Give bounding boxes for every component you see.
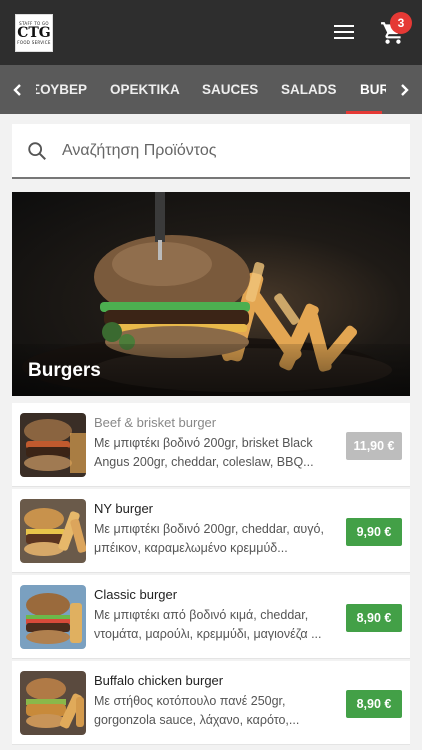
top-app-bar: STAFF TO GO CTG FOOD SERVICE 3: [0, 0, 422, 65]
product-price[interactable]: 11,90 €: [346, 432, 402, 460]
category-banner: Burgers: [12, 192, 410, 396]
product-thumbnail: [20, 413, 86, 477]
tab-souver[interactable]: ΣΟΥΒΕΡ: [36, 65, 87, 114]
logo-bottom-text: FOOD SERVICE: [17, 40, 51, 45]
product-name: Beef & brisket burger: [94, 415, 217, 430]
product-thumbnail: [20, 585, 86, 649]
product-name: Classic burger: [94, 587, 178, 602]
search-icon: [26, 140, 48, 162]
tab-burgers[interactable]: BURGERS: [360, 65, 386, 114]
product-item[interactable]: NY burger Με μπιφτέκι βοδινό 200gr, ched…: [12, 489, 410, 573]
product-item[interactable]: Classic burger Με μπιφτέκι από βοδινό κι…: [12, 575, 410, 659]
tab-salads[interactable]: SALADS: [281, 65, 337, 114]
product-description: Με μπιφτέκι βοδινό 200gr, brisket Black …: [94, 436, 314, 469]
product-name: Buffalo chicken burger: [94, 673, 224, 688]
category-tabs: ΣΟΥΒΕΡ ΟΡΕΚΤΙΚΑ SAUCES SALADS BURGERS: [36, 65, 386, 114]
product-price[interactable]: 9,90 €: [346, 518, 402, 546]
product-description: Με μπιφτέκι βοδινό 200gr, cheddar, αυγό,…: [94, 522, 324, 555]
product-description: Με στήθος κοτόπουλο πανέ 250gr, gorgonzo…: [94, 694, 300, 727]
product-description: Με μπιφτέκι από βοδινό κιμά, cheddar, ντ…: [94, 608, 322, 641]
chevron-left-icon[interactable]: [0, 65, 36, 114]
product-thumbnail: [20, 671, 86, 735]
product-item[interactable]: Beef & brisket burger Με μπιφτέκι βοδινό…: [12, 403, 410, 487]
banner-caption: Burgers: [12, 344, 410, 396]
cart-count-badge: 3: [390, 12, 412, 34]
product-item[interactable]: Buffalo chicken burger Με στήθος κοτόπου…: [12, 661, 410, 745]
hamburger-menu-icon[interactable]: [333, 22, 355, 42]
product-name: NY burger: [94, 501, 154, 516]
logo-main-text: CTG: [17, 25, 51, 41]
category-tab-bar: ΣΟΥΒΕΡ ΟΡΕΚΤΙΚΑ SAUCES SALADS BURGERS: [0, 65, 422, 114]
product-thumbnail: [20, 499, 86, 563]
search-input[interactable]: [62, 136, 402, 166]
search-bar: [12, 124, 410, 179]
chevron-right-icon[interactable]: [386, 65, 422, 114]
product-price[interactable]: 8,90 €: [346, 604, 402, 632]
store-logo[interactable]: STAFF TO GO CTG FOOD SERVICE: [15, 14, 53, 52]
tab-orektika[interactable]: ΟΡΕΚΤΙΚΑ: [110, 65, 180, 114]
tab-sauces[interactable]: SAUCES: [202, 65, 258, 114]
banner-title: Burgers: [28, 360, 101, 381]
active-tab-indicator: [346, 111, 382, 114]
product-price[interactable]: 8,90 €: [346, 690, 402, 718]
